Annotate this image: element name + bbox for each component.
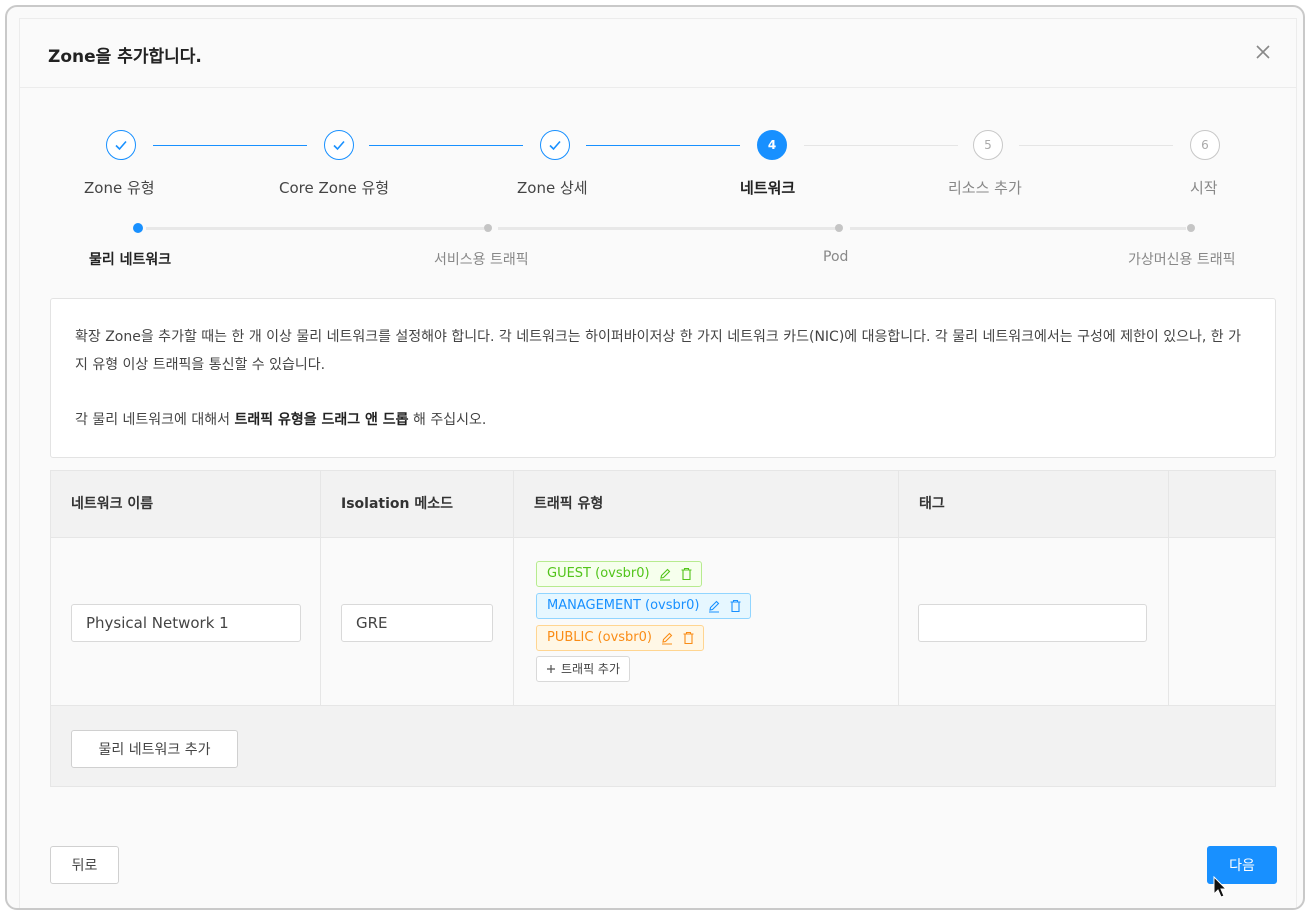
check-icon xyxy=(333,140,345,151)
mouse-cursor-icon xyxy=(1213,876,1228,898)
table-header: 네트워크 이름 Isolation 메소드 트래픽 유형 태그 xyxy=(51,471,1275,538)
step-label: 시작 xyxy=(1190,179,1218,197)
step-launch: 6 시작 xyxy=(20,129,1220,199)
plus-icon xyxy=(547,665,555,673)
isolation-method-input[interactable]: GRE xyxy=(341,604,493,642)
close-icon[interactable] xyxy=(1254,43,1272,61)
cell-network-name: Physical Network 1 xyxy=(51,538,321,706)
cell-tags xyxy=(899,538,1169,706)
info-emphasis: 트래픽 유형을 드래그 앤 드롭 xyxy=(234,412,409,428)
substep-service-traffic: 서비스용 트래픽 xyxy=(434,252,529,268)
substep-physical-network: 물리 네트워크 xyxy=(89,252,172,268)
add-zone-dialog: Zone을 추가합니다. Zone 유형 Core Zone 유형 Zone 상… xyxy=(19,18,1297,908)
traffic-tag-management[interactable]: MANAGEMENT (ovsbr0) xyxy=(536,593,752,619)
window-frame: Zone을 추가합니다. Zone 유형 Core Zone 유형 Zone 상… xyxy=(5,5,1305,910)
check-icon xyxy=(549,140,561,151)
column-header-actions xyxy=(1169,471,1277,538)
step-label: 리소스 추가 xyxy=(948,179,1022,197)
step-number: 4 xyxy=(757,130,787,160)
substep-pod: Pod xyxy=(823,249,849,265)
back-button[interactable]: 뒤로 xyxy=(50,846,119,884)
substep-vm-traffic: 가상머신용 트래픽 xyxy=(1128,252,1236,268)
step-connector xyxy=(369,145,523,146)
substep-dot xyxy=(1187,224,1195,232)
network-name-input[interactable]: Physical Network 1 xyxy=(71,604,301,642)
step-done-indicator xyxy=(540,130,570,160)
step-number: 6 xyxy=(1190,130,1220,160)
delete-icon[interactable] xyxy=(682,631,695,645)
step-label: Zone 상세 xyxy=(517,179,588,197)
step-connector xyxy=(804,145,958,146)
delete-icon[interactable] xyxy=(680,567,693,581)
wizard-steps: Zone 유형 Core Zone 유형 Zone 상세 4 네트워크 5 리소… xyxy=(20,129,1296,209)
step-number: 5 xyxy=(973,130,1003,160)
physical-network-table: 네트워크 이름 Isolation 메소드 트래픽 유형 태그 Physical… xyxy=(50,470,1276,787)
traffic-tag-label: MANAGEMENT (ovsbr0) xyxy=(547,598,700,613)
traffic-tag-label: PUBLIC (ovsbr0) xyxy=(547,630,652,645)
traffic-tag-public[interactable]: PUBLIC (ovsbr0) xyxy=(536,625,704,651)
edit-icon[interactable] xyxy=(658,567,672,581)
traffic-tag-label: GUEST (ovsbr0) xyxy=(547,566,650,581)
info-text: 각 물리 네트워크에 대해서 xyxy=(75,412,235,428)
add-traffic-button[interactable]: 트래픽 추가 xyxy=(536,656,631,682)
delete-icon[interactable] xyxy=(729,599,742,613)
column-header-tags: 태그 xyxy=(899,471,1169,538)
cell-traffic-types: GUEST (ovsbr0) MANAGEMENT (ovsbr0) PUBLI… xyxy=(514,538,899,706)
cell-isolation-method: GRE xyxy=(321,538,514,706)
sub-steps: 물리 네트워크 서비스용 트래픽 Pod 가상머신용 트래픽 xyxy=(20,219,1296,279)
info-paragraph-1: 확장 Zone을 추가할 때는 한 개 이상 물리 네트워크를 설정해야 합니다… xyxy=(75,329,1241,373)
substep-dot xyxy=(835,224,843,232)
info-box: 확장 Zone을 추가할 때는 한 개 이상 물리 네트워크를 설정해야 합니다… xyxy=(50,298,1276,458)
add-physical-network-button[interactable]: 물리 네트워크 추가 xyxy=(71,730,238,768)
column-header-traffic-type: 트래픽 유형 xyxy=(514,471,899,538)
dialog-header: Zone을 추가합니다. xyxy=(20,19,1296,88)
step-label: Core Zone 유형 xyxy=(279,179,390,197)
cell-actions xyxy=(1169,538,1277,706)
substep-connector xyxy=(146,227,484,230)
add-traffic-label: 트래픽 추가 xyxy=(561,662,621,676)
substep-connector xyxy=(850,227,1186,230)
tags-input[interactable] xyxy=(918,604,1147,642)
traffic-tag-guest[interactable]: GUEST (ovsbr0) xyxy=(536,561,702,587)
info-text: 해 주십시오. xyxy=(408,412,487,428)
edit-icon[interactable] xyxy=(660,631,674,645)
step-connector xyxy=(586,145,740,146)
column-header-isolation-method: Isolation 메소드 xyxy=(321,471,514,538)
step-label: 네트워크 xyxy=(740,179,796,197)
info-paragraph-2: 각 물리 네트워크에 대해서 트래픽 유형을 드래그 앤 드롭 해 주십시오. xyxy=(75,406,1253,434)
substep-dot xyxy=(484,224,492,232)
step-connector xyxy=(1019,145,1173,146)
column-header-network-name: 네트워크 이름 xyxy=(51,471,321,538)
table-row: Physical Network 1 GRE GUEST (ovsbr0) MA… xyxy=(51,538,1275,706)
substep-dot-active xyxy=(133,223,143,233)
substep-connector xyxy=(498,227,836,230)
dialog-title: Zone을 추가합니다. xyxy=(48,47,202,67)
edit-icon[interactable] xyxy=(707,599,721,613)
step-done-indicator xyxy=(324,130,354,160)
